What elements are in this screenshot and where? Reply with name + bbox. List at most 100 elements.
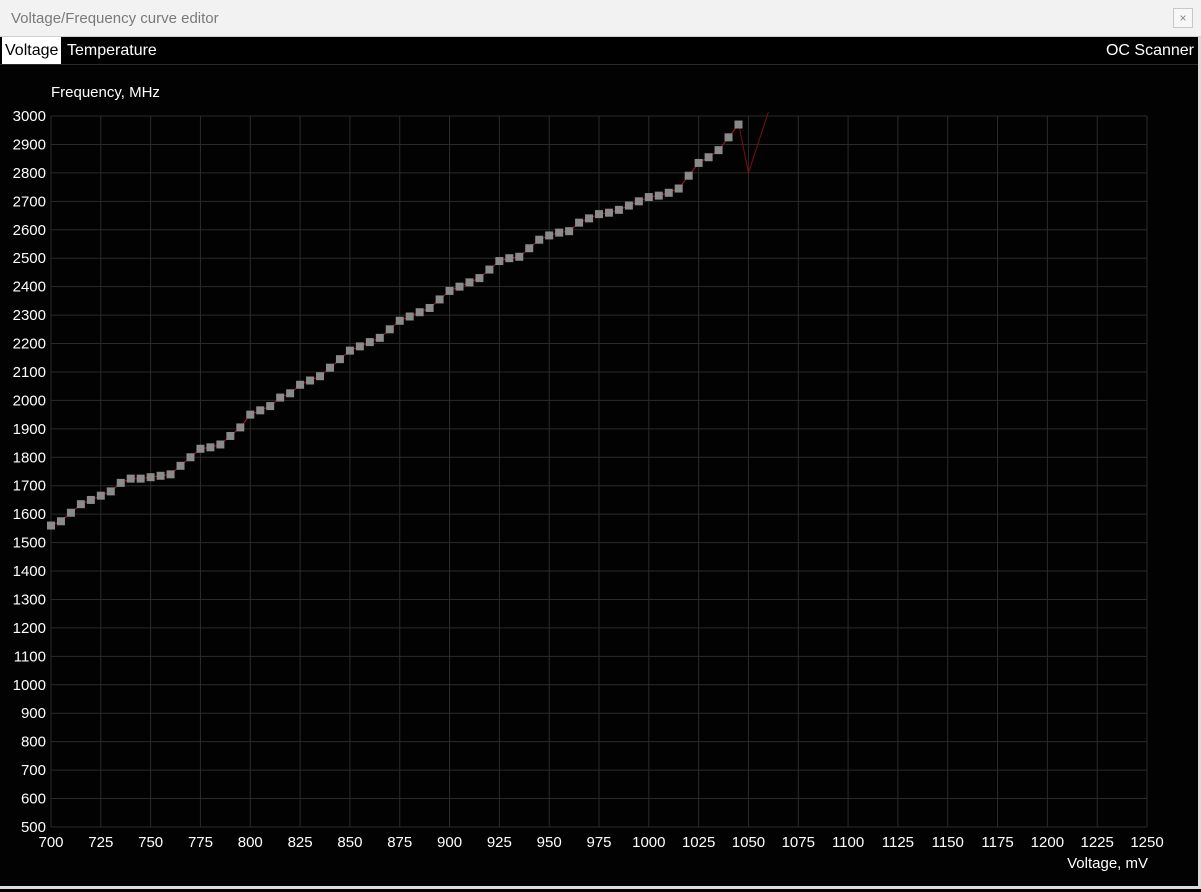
curve-point[interactable] bbox=[664, 188, 673, 197]
curve-point[interactable] bbox=[734, 120, 743, 129]
y-tick-label: 1900 bbox=[13, 421, 46, 438]
curve-point[interactable] bbox=[325, 363, 334, 372]
curve-point[interactable] bbox=[256, 406, 265, 415]
curve-point[interactable] bbox=[375, 333, 384, 342]
curve-point[interactable] bbox=[365, 338, 374, 347]
curve-point[interactable] bbox=[624, 201, 633, 210]
y-tick-label: 2300 bbox=[13, 307, 46, 324]
curve-point[interactable] bbox=[226, 431, 235, 440]
curve-point[interactable] bbox=[714, 146, 723, 155]
curve-point[interactable] bbox=[485, 265, 494, 274]
curve-point[interactable] bbox=[296, 380, 305, 389]
curve-point[interactable] bbox=[216, 440, 225, 449]
curve-point[interactable] bbox=[704, 153, 713, 162]
curve-point[interactable] bbox=[176, 461, 185, 470]
x-tick-label: 1175 bbox=[981, 834, 1013, 851]
close-button[interactable]: × bbox=[1173, 8, 1193, 28]
tab-voltage[interactable]: Voltage bbox=[2, 37, 62, 64]
curve-point[interactable] bbox=[644, 193, 653, 202]
curve-point[interactable] bbox=[654, 191, 663, 200]
curve-point[interactable] bbox=[156, 471, 165, 480]
y-tick-label: 1100 bbox=[14, 648, 46, 665]
curve-point[interactable] bbox=[276, 393, 285, 402]
curve-point[interactable] bbox=[445, 286, 454, 295]
vf-curve-graph-panel[interactable]: 500 600 700 800 900 1000 1100 1200 1300 1400 1500 1… bbox=[0, 64, 1198, 886]
curve-point[interactable] bbox=[236, 423, 245, 432]
x-tick-label: 800 bbox=[238, 834, 263, 851]
x-tick-label: 1200 bbox=[1031, 834, 1064, 851]
curve-point[interactable] bbox=[186, 453, 195, 462]
curve-point[interactable] bbox=[166, 470, 175, 479]
curve-point[interactable] bbox=[435, 295, 444, 304]
curve-point[interactable] bbox=[545, 231, 554, 240]
x-tick-label: 725 bbox=[88, 834, 113, 851]
oc-scanner-button[interactable]: OC Scanner bbox=[1106, 37, 1194, 64]
curve-point[interactable] bbox=[515, 252, 524, 261]
curve-point[interactable] bbox=[47, 521, 55, 530]
curve-point[interactable] bbox=[614, 205, 623, 214]
curve-point[interactable] bbox=[455, 282, 464, 291]
curve-point[interactable] bbox=[246, 410, 255, 419]
curve-point[interactable] bbox=[76, 500, 85, 509]
y-tick-label: 700 bbox=[21, 762, 46, 779]
curve-point[interactable] bbox=[604, 208, 613, 217]
curve-point[interactable] bbox=[694, 158, 703, 167]
y-tick-label: 2000 bbox=[13, 392, 46, 409]
curve-point[interactable] bbox=[146, 473, 155, 482]
curve-point[interactable] bbox=[355, 342, 364, 351]
curve-point[interactable] bbox=[116, 478, 125, 487]
curve-point[interactable] bbox=[415, 308, 424, 317]
curve-point[interactable] bbox=[724, 133, 733, 142]
curve-point[interactable] bbox=[495, 257, 504, 266]
x-tick-label: 825 bbox=[288, 834, 313, 851]
curve-point[interactable] bbox=[345, 346, 354, 355]
y-tick-label: 2800 bbox=[13, 165, 46, 182]
x-tick-label: 1025 bbox=[682, 834, 715, 851]
curve-point[interactable] bbox=[385, 325, 394, 334]
curve-point[interactable] bbox=[136, 474, 145, 483]
x-axis-label: Voltage, mV bbox=[1067, 855, 1148, 872]
curve-point[interactable] bbox=[465, 278, 474, 287]
curve-point[interactable] bbox=[535, 235, 544, 244]
curve-point[interactable] bbox=[575, 218, 584, 227]
curve-point[interactable] bbox=[306, 376, 315, 385]
curve-point[interactable] bbox=[56, 517, 65, 526]
curve-point[interactable] bbox=[286, 389, 295, 398]
y-tick-label: 1600 bbox=[13, 506, 46, 523]
curve-point[interactable] bbox=[595, 210, 603, 219]
x-tick-label: 775 bbox=[188, 834, 213, 851]
curve-point[interactable] bbox=[684, 171, 693, 180]
curve-point[interactable] bbox=[405, 312, 414, 321]
curve-point[interactable] bbox=[505, 254, 514, 263]
x-tick-label: 1075 bbox=[782, 834, 815, 851]
curve-point[interactable] bbox=[565, 227, 574, 236]
curve-point[interactable] bbox=[674, 184, 683, 193]
y-tick-label: 1700 bbox=[13, 478, 46, 495]
curve-point[interactable] bbox=[395, 316, 404, 325]
curve-point[interactable] bbox=[196, 444, 205, 453]
x-tick-label: 950 bbox=[537, 834, 562, 851]
x-tick-label: 1000 bbox=[632, 834, 665, 851]
curve-point[interactable] bbox=[126, 474, 135, 483]
vf-curve-chart[interactable]: 5006007008009001000110012001300140015001… bbox=[0, 65, 1198, 887]
curve-point[interactable] bbox=[335, 355, 344, 364]
curve-point[interactable] bbox=[96, 491, 105, 500]
curve-point[interactable] bbox=[266, 402, 275, 411]
curve-point[interactable] bbox=[86, 495, 95, 504]
y-tick-label: 1300 bbox=[13, 591, 46, 608]
curve-point[interactable] bbox=[475, 274, 484, 283]
curve-point[interactable] bbox=[585, 214, 594, 223]
curve-point[interactable] bbox=[206, 443, 215, 452]
chart-grid bbox=[50, 115, 1148, 828]
curve-point[interactable] bbox=[425, 303, 434, 312]
x-tick-label: 1050 bbox=[732, 834, 765, 851]
curve-point[interactable] bbox=[66, 508, 75, 517]
curve-point[interactable] bbox=[555, 228, 564, 237]
curve-point[interactable] bbox=[106, 487, 115, 496]
tab-temperature[interactable]: Temperature bbox=[67, 37, 157, 64]
curve-line bbox=[50, 124, 739, 526]
curve-point[interactable] bbox=[634, 197, 643, 206]
curve-point[interactable] bbox=[316, 372, 325, 381]
y-tick-label: 900 bbox=[21, 705, 46, 722]
curve-point[interactable] bbox=[525, 244, 534, 253]
